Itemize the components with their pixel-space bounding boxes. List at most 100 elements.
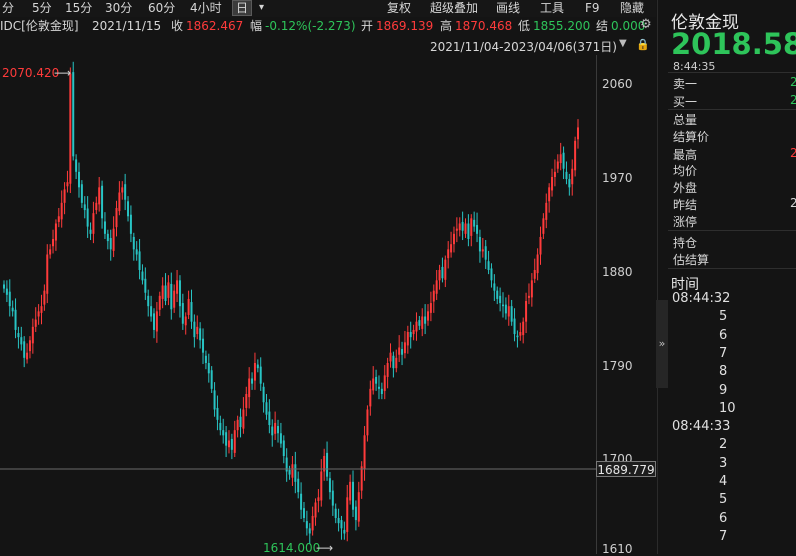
candle-body bbox=[268, 411, 271, 425]
candle-body bbox=[490, 268, 493, 281]
candle-body bbox=[196, 326, 199, 335]
period-1min-tab[interactable]: 分 bbox=[2, 0, 14, 16]
candle-body bbox=[3, 284, 5, 289]
candle-body bbox=[26, 352, 29, 360]
candle-body bbox=[239, 416, 242, 428]
candle-body bbox=[363, 435, 366, 470]
settings-gear-icon[interactable]: ⚙ bbox=[640, 17, 654, 33]
candle-body bbox=[193, 321, 196, 338]
candle-body bbox=[135, 249, 138, 255]
low-marker-label: 1614.000 bbox=[263, 541, 321, 555]
lock-icon[interactable]: 🔒 bbox=[636, 38, 650, 51]
limit-up-label: 涨停 bbox=[673, 215, 698, 229]
candle-body bbox=[63, 189, 66, 203]
super-overlay-button[interactable]: 超级叠加 bbox=[430, 0, 478, 16]
bid1-value: 2 bbox=[790, 93, 796, 107]
candle-body bbox=[427, 311, 430, 321]
candle-body bbox=[161, 285, 164, 299]
symbol-label: IDC[伦敦金现] bbox=[0, 19, 79, 33]
candle-body bbox=[147, 295, 150, 307]
candle-body bbox=[37, 311, 40, 317]
candle-body bbox=[288, 469, 291, 475]
bid1-label: 买一 bbox=[673, 95, 698, 109]
tools-button[interactable]: 工具 bbox=[540, 0, 564, 16]
change-caption: 幅 bbox=[250, 19, 263, 33]
candle-body bbox=[545, 202, 548, 220]
avg-price-label: 均价 bbox=[673, 164, 698, 178]
candle-body bbox=[389, 352, 392, 362]
tick-time: 8 bbox=[719, 364, 728, 380]
candle-body bbox=[395, 357, 398, 369]
candle-body bbox=[8, 291, 11, 307]
candle-body bbox=[60, 202, 63, 220]
period-5min-tab[interactable]: 5分 bbox=[32, 0, 52, 16]
candle-body bbox=[340, 520, 343, 529]
candle-body bbox=[242, 409, 245, 429]
tick-time: 7 bbox=[719, 345, 728, 361]
ask1-label: 卖一 bbox=[673, 77, 698, 91]
period-4hour-tab[interactable]: 4小时 bbox=[190, 0, 222, 16]
candle-body bbox=[369, 388, 372, 407]
candle-body bbox=[455, 228, 458, 231]
candle-body bbox=[314, 502, 317, 518]
f9-button[interactable]: F9 bbox=[585, 0, 600, 16]
candle-body bbox=[265, 402, 268, 415]
candlestick-chart[interactable] bbox=[0, 55, 656, 554]
candle-body bbox=[262, 386, 265, 403]
period-day-tab[interactable]: 日 bbox=[232, 0, 253, 16]
candle-body bbox=[441, 266, 444, 279]
tick-time: 5 bbox=[719, 309, 728, 325]
current-price-tag: 1689.779 bbox=[596, 461, 656, 477]
candle-body bbox=[571, 168, 574, 185]
candle-body bbox=[80, 184, 83, 203]
outer-volume-label: 外盘 bbox=[673, 181, 698, 195]
candle-body bbox=[401, 349, 404, 355]
period-dropdown-icon[interactable]: ▾ bbox=[259, 0, 264, 16]
candle-body bbox=[167, 282, 170, 298]
candle-body bbox=[530, 280, 533, 298]
candle-body bbox=[392, 355, 395, 369]
panel-divider bbox=[668, 268, 796, 269]
collapse-toggle[interactable]: » bbox=[656, 300, 668, 388]
tick-time: 3 bbox=[719, 455, 728, 471]
candle-body bbox=[271, 426, 274, 436]
candle-body bbox=[170, 283, 173, 310]
candle-body bbox=[31, 326, 34, 344]
candle-body bbox=[277, 426, 280, 434]
candle-body bbox=[92, 213, 95, 234]
open-caption: 开 bbox=[361, 19, 374, 33]
candle-body bbox=[106, 233, 109, 242]
candle-body bbox=[202, 338, 205, 353]
candle-body bbox=[54, 223, 57, 241]
candle-body bbox=[473, 219, 476, 227]
candle-body bbox=[14, 309, 17, 330]
candle-body bbox=[510, 306, 513, 322]
tick-time: 08:44:33 bbox=[672, 419, 731, 435]
draw-line-button[interactable]: 画线 bbox=[496, 0, 520, 16]
period-60min-tab[interactable]: 60分 bbox=[148, 0, 175, 16]
candle-body bbox=[34, 319, 37, 327]
period-30min-tab[interactable]: 30分 bbox=[105, 0, 132, 16]
candle-body bbox=[178, 280, 181, 307]
candle-body bbox=[507, 306, 510, 317]
candle-body bbox=[429, 303, 432, 313]
candle-body bbox=[274, 422, 277, 434]
candle-body bbox=[349, 481, 352, 501]
candle-body bbox=[216, 407, 219, 420]
candle-body bbox=[331, 490, 334, 506]
high-caption: 高 bbox=[440, 19, 453, 33]
candle-body bbox=[450, 244, 453, 253]
candle-body bbox=[190, 302, 193, 322]
candle-body bbox=[377, 386, 380, 389]
day-high-value: 2 bbox=[790, 146, 796, 160]
candle-body bbox=[11, 307, 14, 312]
candle-body bbox=[207, 363, 210, 374]
candle-body bbox=[458, 223, 461, 231]
candle-body bbox=[66, 182, 69, 187]
range-dropdown-icon[interactable]: ▼ bbox=[619, 38, 627, 49]
period-15min-tab[interactable]: 15分 bbox=[65, 0, 92, 16]
hide-button[interactable]: 隐藏 bbox=[620, 0, 644, 16]
restore-rights-button[interactable]: 复权 bbox=[387, 0, 411, 16]
candle-body bbox=[418, 320, 421, 326]
candle-body bbox=[253, 363, 256, 381]
